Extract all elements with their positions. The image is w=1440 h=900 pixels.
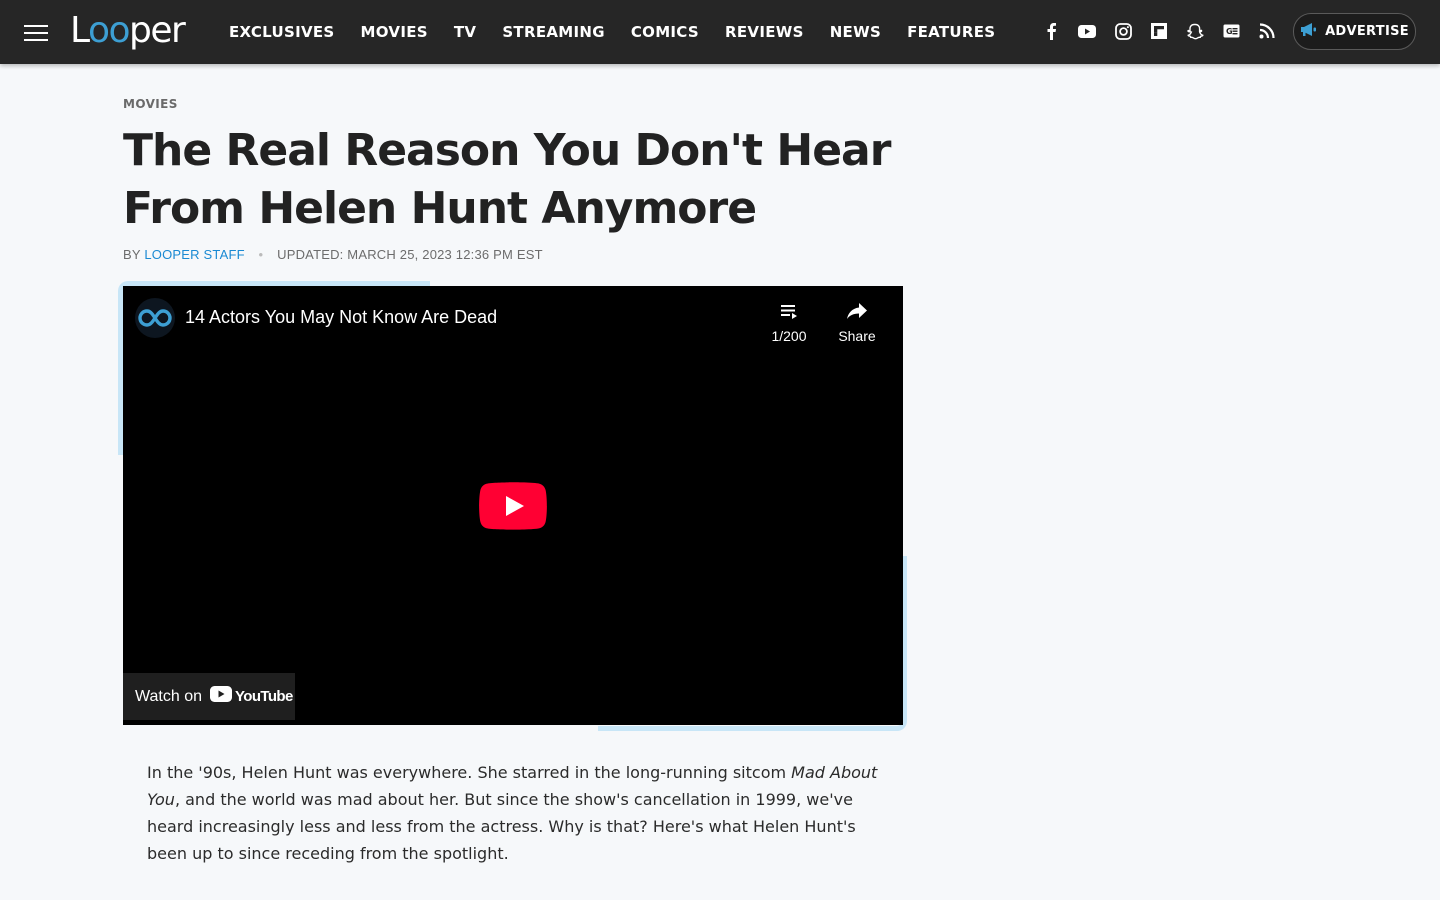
playlist-icon [759, 298, 819, 324]
svg-text:G: G [1226, 27, 1233, 36]
rss-icon[interactable] [1256, 20, 1278, 42]
article-title: The Real Reason You Don't Hear From Hele… [123, 125, 891, 234]
playlist-count: 1/200 [771, 328, 807, 344]
site-logo[interactable]: Looper [70, 10, 186, 51]
logo-text-oo: oo [87, 10, 131, 51]
nav-streaming[interactable]: STREAMING [502, 23, 605, 41]
nav-exclusives[interactable]: EXCLUSIVES [229, 23, 335, 41]
byline-separator: • [258, 247, 264, 262]
nav-features[interactable]: FEATURES [907, 23, 995, 41]
snapchat-icon[interactable] [1184, 20, 1206, 42]
playlist-button[interactable]: 1/200 [759, 298, 819, 344]
flipboard-icon[interactable] [1148, 20, 1170, 42]
advertise-label: ADVERTISE [1325, 24, 1409, 39]
social-links: G [1040, 20, 1292, 42]
facebook-icon[interactable] [1040, 20, 1062, 42]
watch-on-youtube-button[interactable]: Watch on YouTube [123, 673, 295, 720]
byline-by: BY [123, 247, 141, 262]
nav-comics[interactable]: COMICS [631, 23, 699, 41]
google-news-icon[interactable]: G [1220, 20, 1242, 42]
youtube-icon[interactable] [1076, 20, 1098, 42]
logo-text-start: L [70, 10, 89, 51]
instagram-icon[interactable] [1112, 20, 1134, 42]
article-category-link[interactable]: MOVIES [123, 97, 178, 111]
video-player[interactable]: 14 Actors You May Not Know Are Dead 1/20… [123, 286, 903, 725]
play-button[interactable] [479, 482, 547, 530]
author-link[interactable]: LOOPER STAFF [144, 247, 244, 262]
main-nav: EXCLUSIVES MOVIES TV STREAMING COMICS RE… [229, 0, 1021, 64]
nav-reviews[interactable]: REVIEWS [725, 23, 804, 41]
byline: BY LOOPER STAFF • UPDATED: MARCH 25, 202… [123, 247, 543, 262]
megaphone-icon [1300, 22, 1317, 42]
channel-avatar-icon[interactable] [135, 298, 175, 338]
paragraph-text: , and the world was mad about her. But s… [147, 790, 856, 863]
youtube-wordmark: YouTube [235, 688, 293, 705]
share-button[interactable]: Share [827, 298, 887, 344]
nav-movies[interactable]: MOVIES [361, 23, 428, 41]
logo-text-end: per [129, 10, 186, 51]
nav-tv[interactable]: TV [454, 23, 476, 41]
updated-date: UPDATED: MARCH 25, 2023 12:36 PM EST [277, 247, 543, 262]
nav-news[interactable]: NEWS [830, 23, 881, 41]
watch-on-label: Watch on [135, 687, 202, 705]
advertise-button[interactable]: ADVERTISE [1293, 13, 1416, 50]
share-label: Share [838, 328, 876, 344]
menu-icon[interactable] [24, 24, 48, 42]
youtube-logo-icon [210, 686, 232, 707]
paragraph-text: In the '90s, Helen Hunt was everywhere. … [147, 763, 792, 782]
share-icon [827, 298, 887, 324]
site-header: Looper EXCLUSIVES MOVIES TV STREAMING CO… [0, 0, 1440, 64]
video-title[interactable]: 14 Actors You May Not Know Are Dead [185, 307, 497, 328]
article-paragraph: In the '90s, Helen Hunt was everywhere. … [147, 759, 887, 867]
